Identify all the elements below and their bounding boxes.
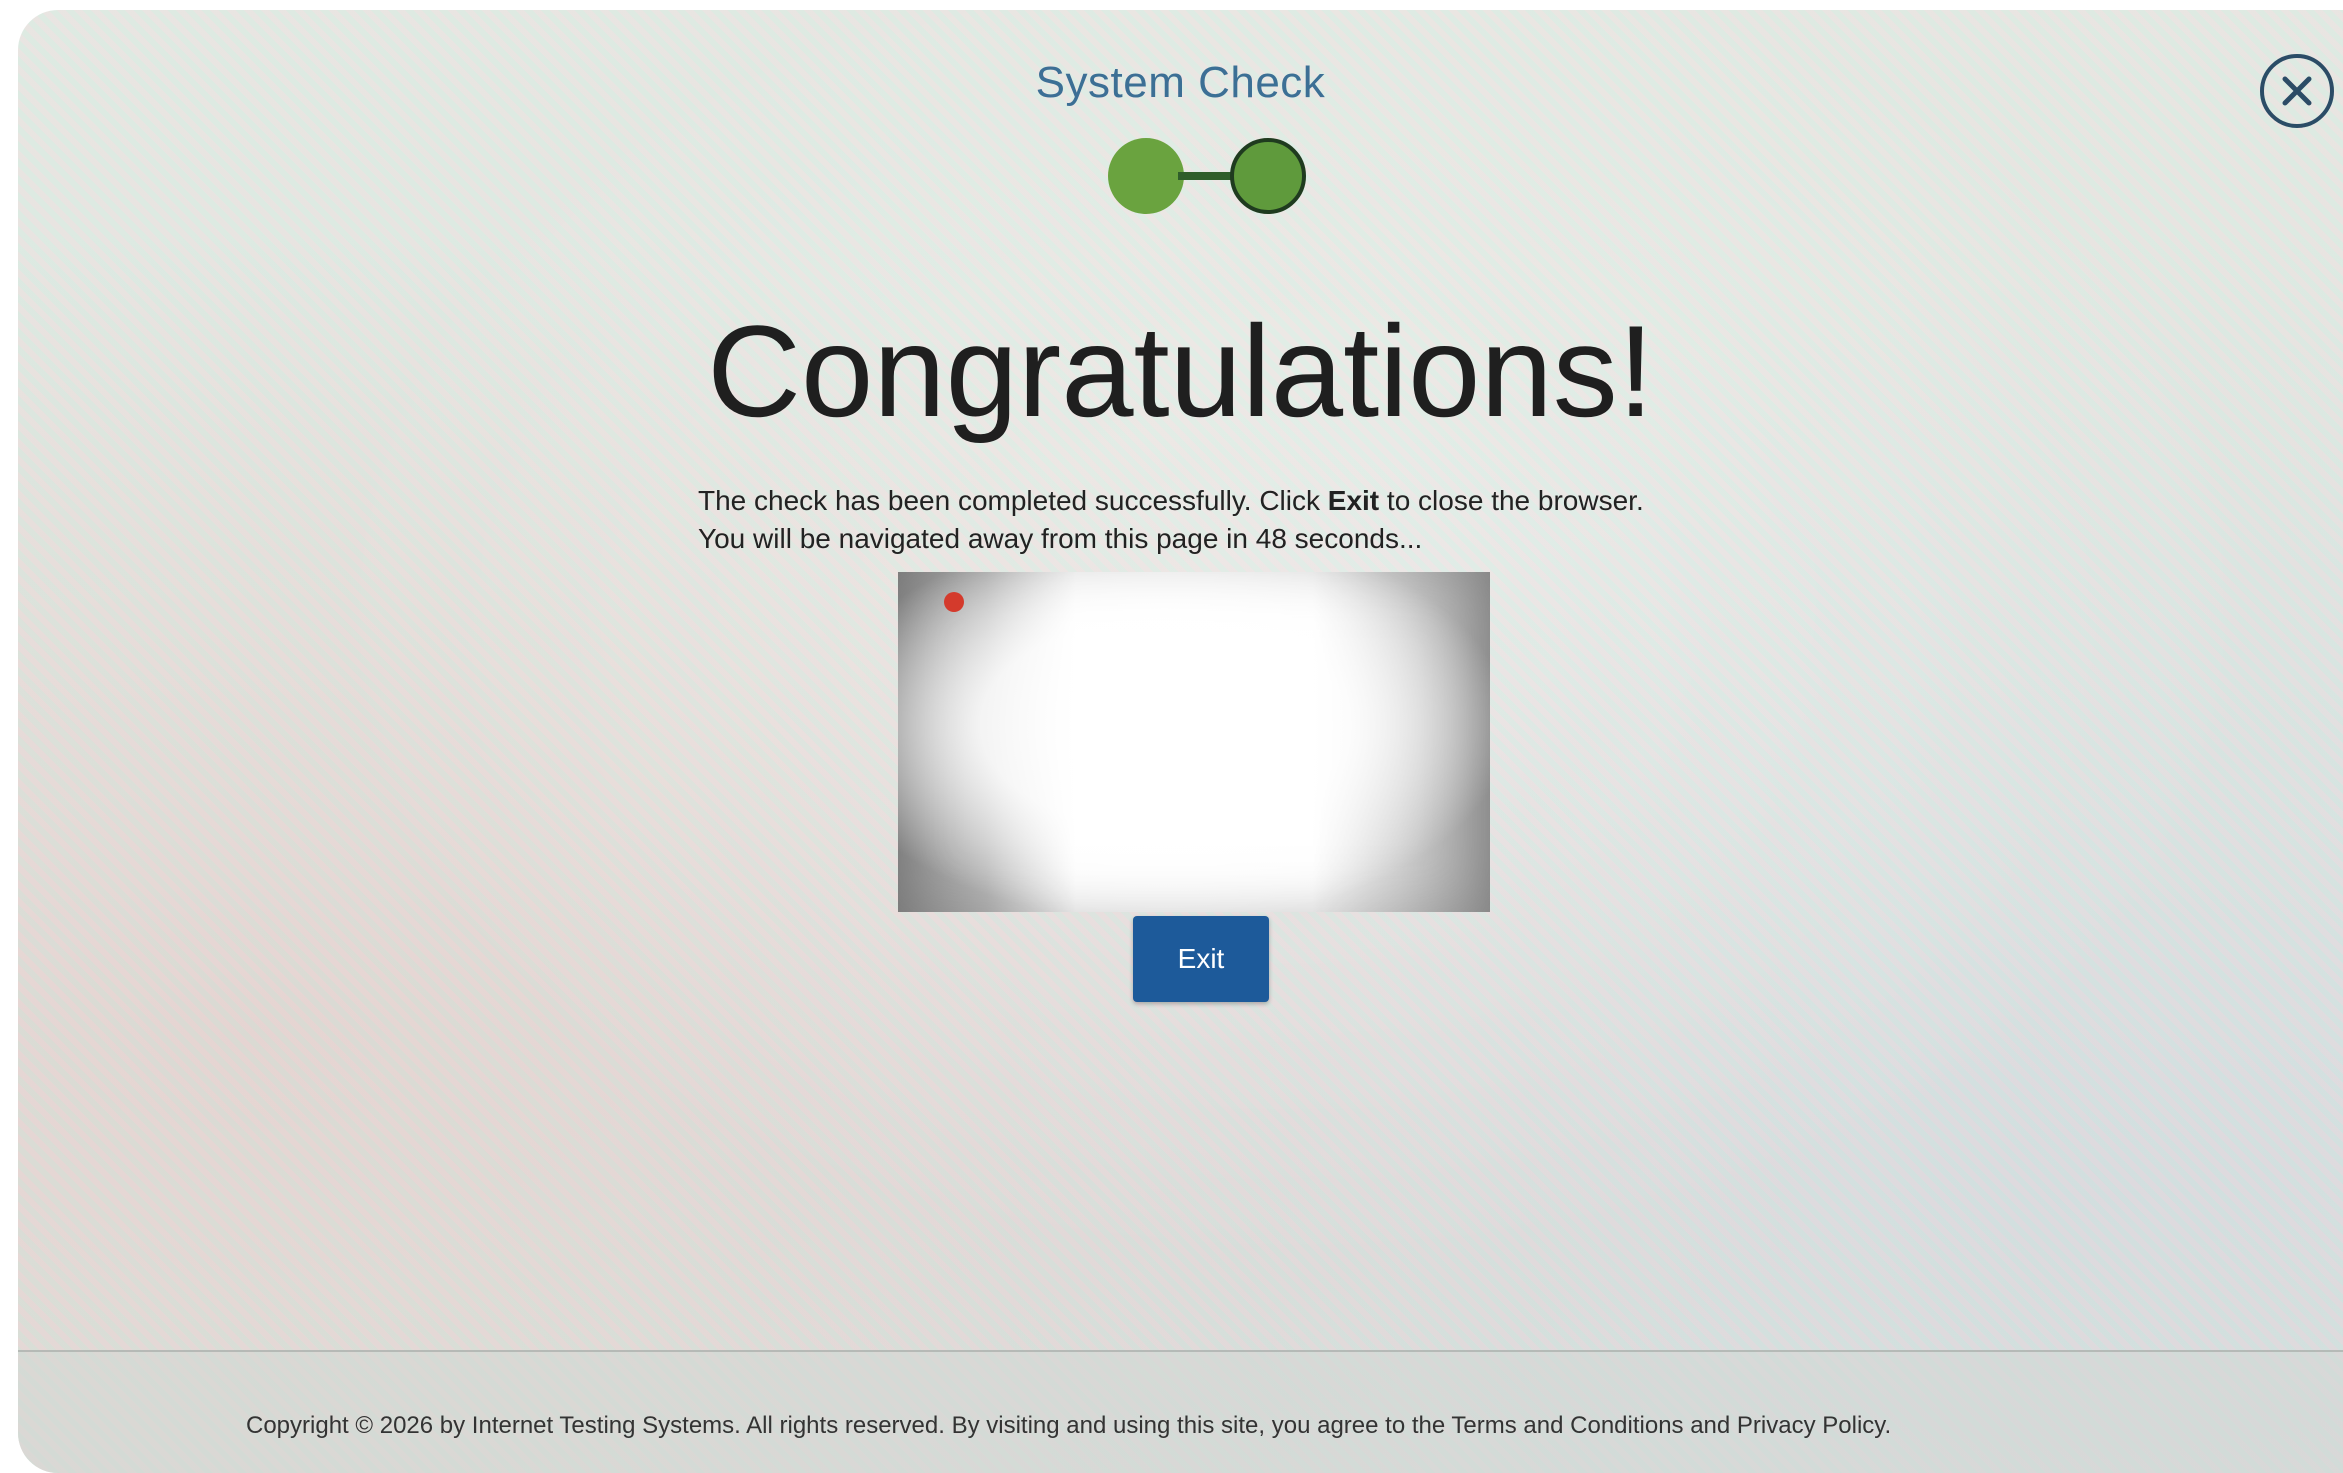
step-connector xyxy=(1178,172,1236,180)
close-button[interactable] xyxy=(2260,54,2334,128)
footer: Copyright © 2026 by Internet Testing Sys… xyxy=(18,1350,2343,1473)
recording-indicator-icon xyxy=(944,592,964,612)
browser-screen: System Check Congratulations! The check … xyxy=(18,10,2343,1473)
redirect-countdown-text: You will be navigated away from this pag… xyxy=(698,523,1423,554)
progress-stepper xyxy=(1108,132,1318,222)
copyright-text: Copyright © 2026 by Internet Testing Sys… xyxy=(246,1412,1892,1439)
step-2-current-indicator xyxy=(1230,138,1306,214)
webcam-preview xyxy=(898,572,1490,912)
congratulations-heading: Congratulations! xyxy=(707,298,1654,444)
message-text-end: to close the browser. xyxy=(1379,485,1644,516)
close-icon xyxy=(2282,76,2312,106)
step-1-complete-indicator xyxy=(1108,138,1184,214)
message-exit-emphasis: Exit xyxy=(1327,485,1380,516)
completion-message: The check has been completed successfull… xyxy=(698,482,1798,558)
completion-message-line-1: The check has been completed successfull… xyxy=(698,482,1798,520)
exit-button[interactable]: Exit xyxy=(1133,916,1269,1002)
page-title: System Check xyxy=(1035,58,1326,107)
message-text-start: The check has been completed successfull… xyxy=(698,485,1328,516)
